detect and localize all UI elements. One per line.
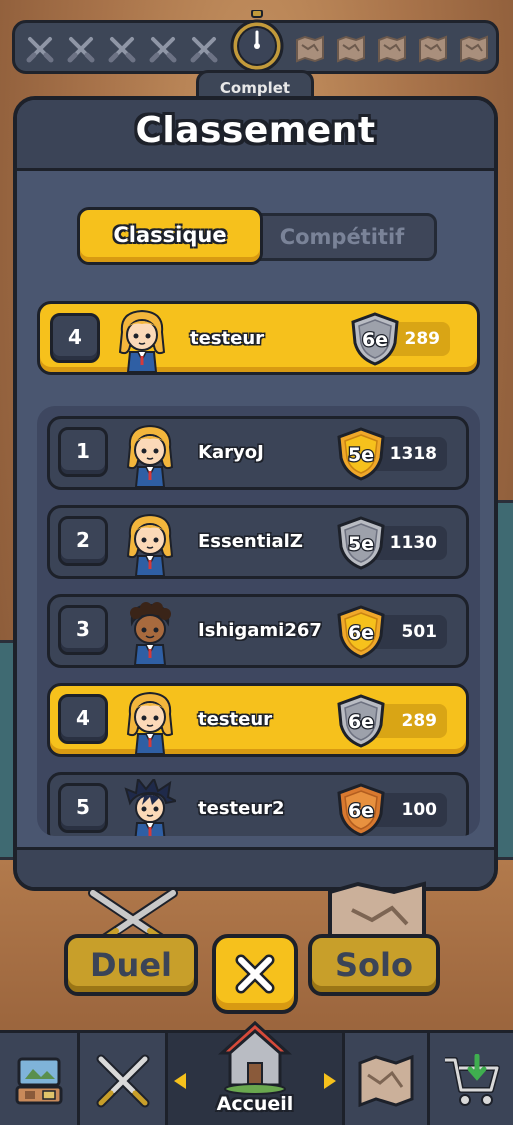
leaderboard-row[interactable]: 3 Ishigami267 501 6e [47, 594, 469, 668]
avatar-curly-boy [124, 601, 176, 667]
modal-header: Classement [17, 100, 494, 171]
modal-title: Classement [135, 110, 376, 151]
cart-icon [444, 1053, 500, 1106]
map-icon [457, 32, 491, 66]
nav-home[interactable]: Accueil [168, 1020, 342, 1125]
bottom-nav: Accueil [0, 1020, 513, 1125]
shop-stall-icon [15, 1057, 62, 1104]
rank-badge-icon: 6e [348, 311, 402, 367]
map-icon [293, 32, 327, 66]
player-name: EssentialZ [198, 531, 303, 552]
badge-label: 5e [348, 444, 374, 466]
avatar-blonde-girl [124, 690, 176, 756]
leaderboard-modal: Classement Compétitif Classique 4 testeu… [13, 96, 498, 891]
nav-home-label: Accueil [216, 1093, 294, 1115]
crossed-swords-icon [64, 32, 98, 66]
rank-number: 2 [58, 516, 108, 566]
close-icon [235, 954, 275, 994]
nav-map[interactable] [342, 1033, 430, 1125]
rank-number: 1 [58, 427, 108, 477]
avatar-blonde-girl [124, 512, 176, 578]
current-player-row: 4 testeur 289 6e [37, 301, 480, 375]
rank-badge-icon: 6e [334, 604, 388, 660]
player-name: Ishigami267 [198, 620, 322, 641]
leaderboard-row[interactable]: 1 KaryoJ 1318 5e [47, 416, 469, 490]
map-icon [334, 32, 368, 66]
badge-label: 6e [348, 622, 374, 644]
rank-badge-icon: 6e [334, 693, 388, 749]
duel-button[interactable]: Duel [64, 934, 198, 996]
badge-label: 6e [348, 711, 374, 733]
home-icon [218, 1020, 292, 1095]
player-name: testeur [190, 328, 265, 349]
nav-duel[interactable] [80, 1033, 168, 1125]
map-icon [416, 32, 450, 66]
leaderboard-tabs: Compétitif Classique [77, 205, 442, 267]
crossed-swords-icon [146, 32, 180, 66]
player-name: testeur [198, 709, 273, 730]
chevron-left-icon[interactable] [174, 1073, 186, 1089]
avatar-blonde-girl [116, 308, 168, 374]
crossed-swords-icon [96, 1054, 149, 1107]
tab-competitif[interactable]: Compétitif [247, 213, 437, 261]
rank-number: 4 [58, 694, 108, 744]
crossed-swords-icon [23, 32, 57, 66]
leaderboard-row-current[interactable]: 4 testeur 289 6e [47, 683, 469, 757]
map-icon [322, 880, 432, 942]
nav-shop-stall[interactable] [0, 1033, 80, 1125]
solo-button[interactable]: Solo [308, 934, 440, 996]
tab-classique[interactable]: Classique [77, 207, 263, 265]
chevron-right-icon[interactable] [324, 1073, 336, 1089]
rank-number: 3 [58, 605, 108, 655]
crossed-swords-icon [105, 32, 139, 66]
map-icon [375, 32, 409, 66]
badge-label: 6e [348, 800, 374, 822]
rank-badge-icon: 6e [334, 782, 388, 836]
leaderboard-list[interactable]: 1 KaryoJ 1318 5e 2 EssentialZ 1130 5e 3 … [37, 406, 480, 836]
leaderboard-row[interactable]: 2 EssentialZ 1130 5e [47, 505, 469, 579]
avatar-blonde-girl [124, 423, 176, 489]
nav-shop[interactable] [430, 1033, 513, 1125]
badge-label: 6e [362, 329, 388, 351]
leaderboard-row[interactable]: 5 testeur2 100 6e [47, 772, 469, 836]
stopwatch-icon [228, 10, 286, 72]
close-button[interactable] [212, 934, 298, 1014]
avatar-spiky-boy [124, 776, 180, 836]
map-icon [358, 1054, 414, 1107]
rank-badge-icon: 5e [334, 515, 388, 571]
crossed-swords-icon [187, 32, 221, 66]
badge-label: 5e [348, 533, 374, 555]
player-name: testeur2 [198, 798, 285, 819]
rank-number: 5 [58, 783, 108, 833]
rank-number: 4 [50, 313, 100, 363]
player-name: KaryoJ [198, 442, 264, 463]
rank-badge-icon: 5e [334, 426, 388, 482]
